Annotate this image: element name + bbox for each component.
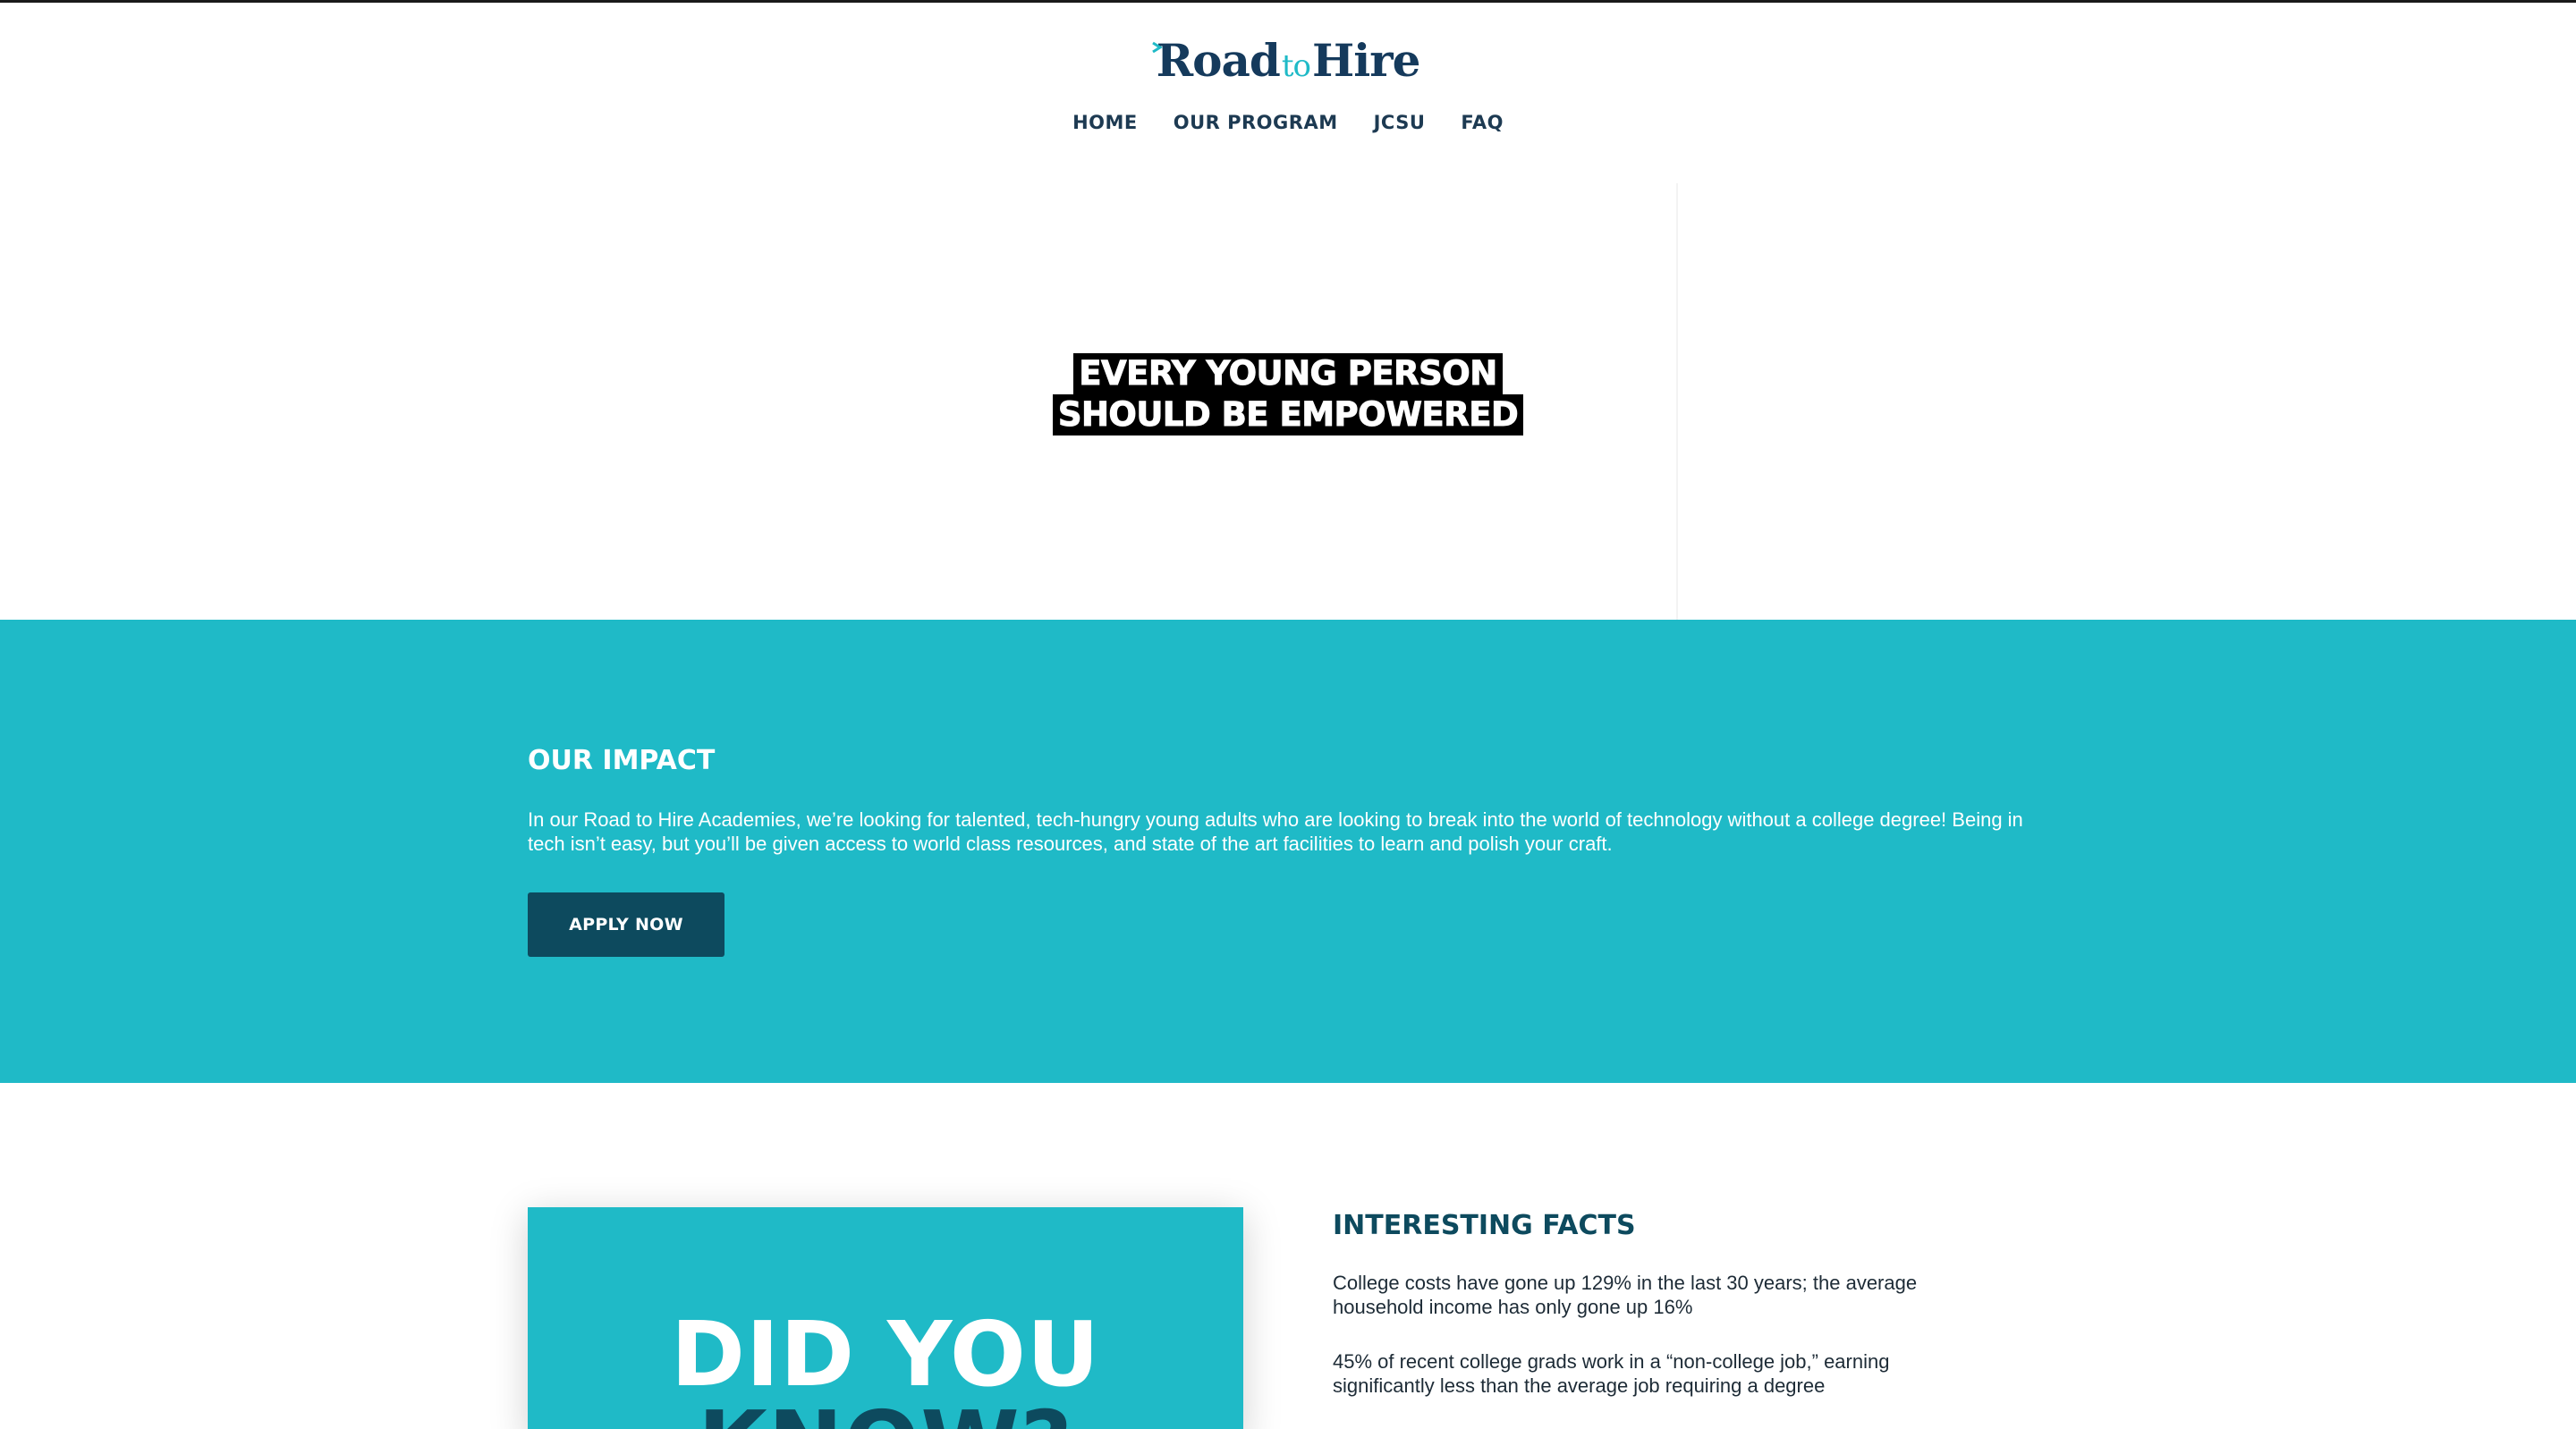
nav-our-program[interactable]: OUR PROGRAM: [1174, 112, 1338, 133]
logo-mark-icon: [1151, 41, 1163, 54]
impact-text: In our Road to Hire Academies, we’re loo…: [528, 808, 2023, 855]
main-nav: HOME OUR PROGRAM JCSU FAQ: [0, 112, 2576, 133]
fact-item: College costs have gone up 129% in the l…: [1333, 1272, 1918, 1318]
did-you-know-card: DID YOU KNOW?: [528, 1207, 1243, 1429]
hero-line-1: EVERY YOUNG PERSON: [1073, 353, 1503, 394]
did-you-know-line-2: KNOW?: [528, 1399, 1243, 1429]
apply-now-button[interactable]: APPLY NOW: [528, 892, 724, 957]
nav-home[interactable]: HOME: [1072, 112, 1138, 133]
impact-title: OUR IMPACT: [528, 745, 716, 776]
hero-line-2: SHOULD BE EMPOWERED: [1052, 394, 1524, 435]
fact-item: 45% of recent college grads work in a “n…: [1333, 1350, 1890, 1397]
logo[interactable]: Road to Hire: [0, 34, 2576, 87]
facts-title: INTERESTING FACTS: [1333, 1210, 1636, 1241]
hero-headline: EVERY YOUNG PERSON SHOULD BE EMPOWERED: [0, 353, 2576, 435]
logo-hire: Hire: [1312, 34, 1420, 87]
nav-faq[interactable]: FAQ: [1461, 112, 1504, 133]
logo-road: Road: [1156, 34, 1281, 87]
logo-to: to: [1281, 48, 1311, 84]
top-border: [0, 0, 2576, 3]
impact-section: OUR IMPACT In our Road to Hire Academies…: [0, 620, 2576, 1083]
nav-jcsu[interactable]: JCSU: [1374, 112, 1426, 133]
